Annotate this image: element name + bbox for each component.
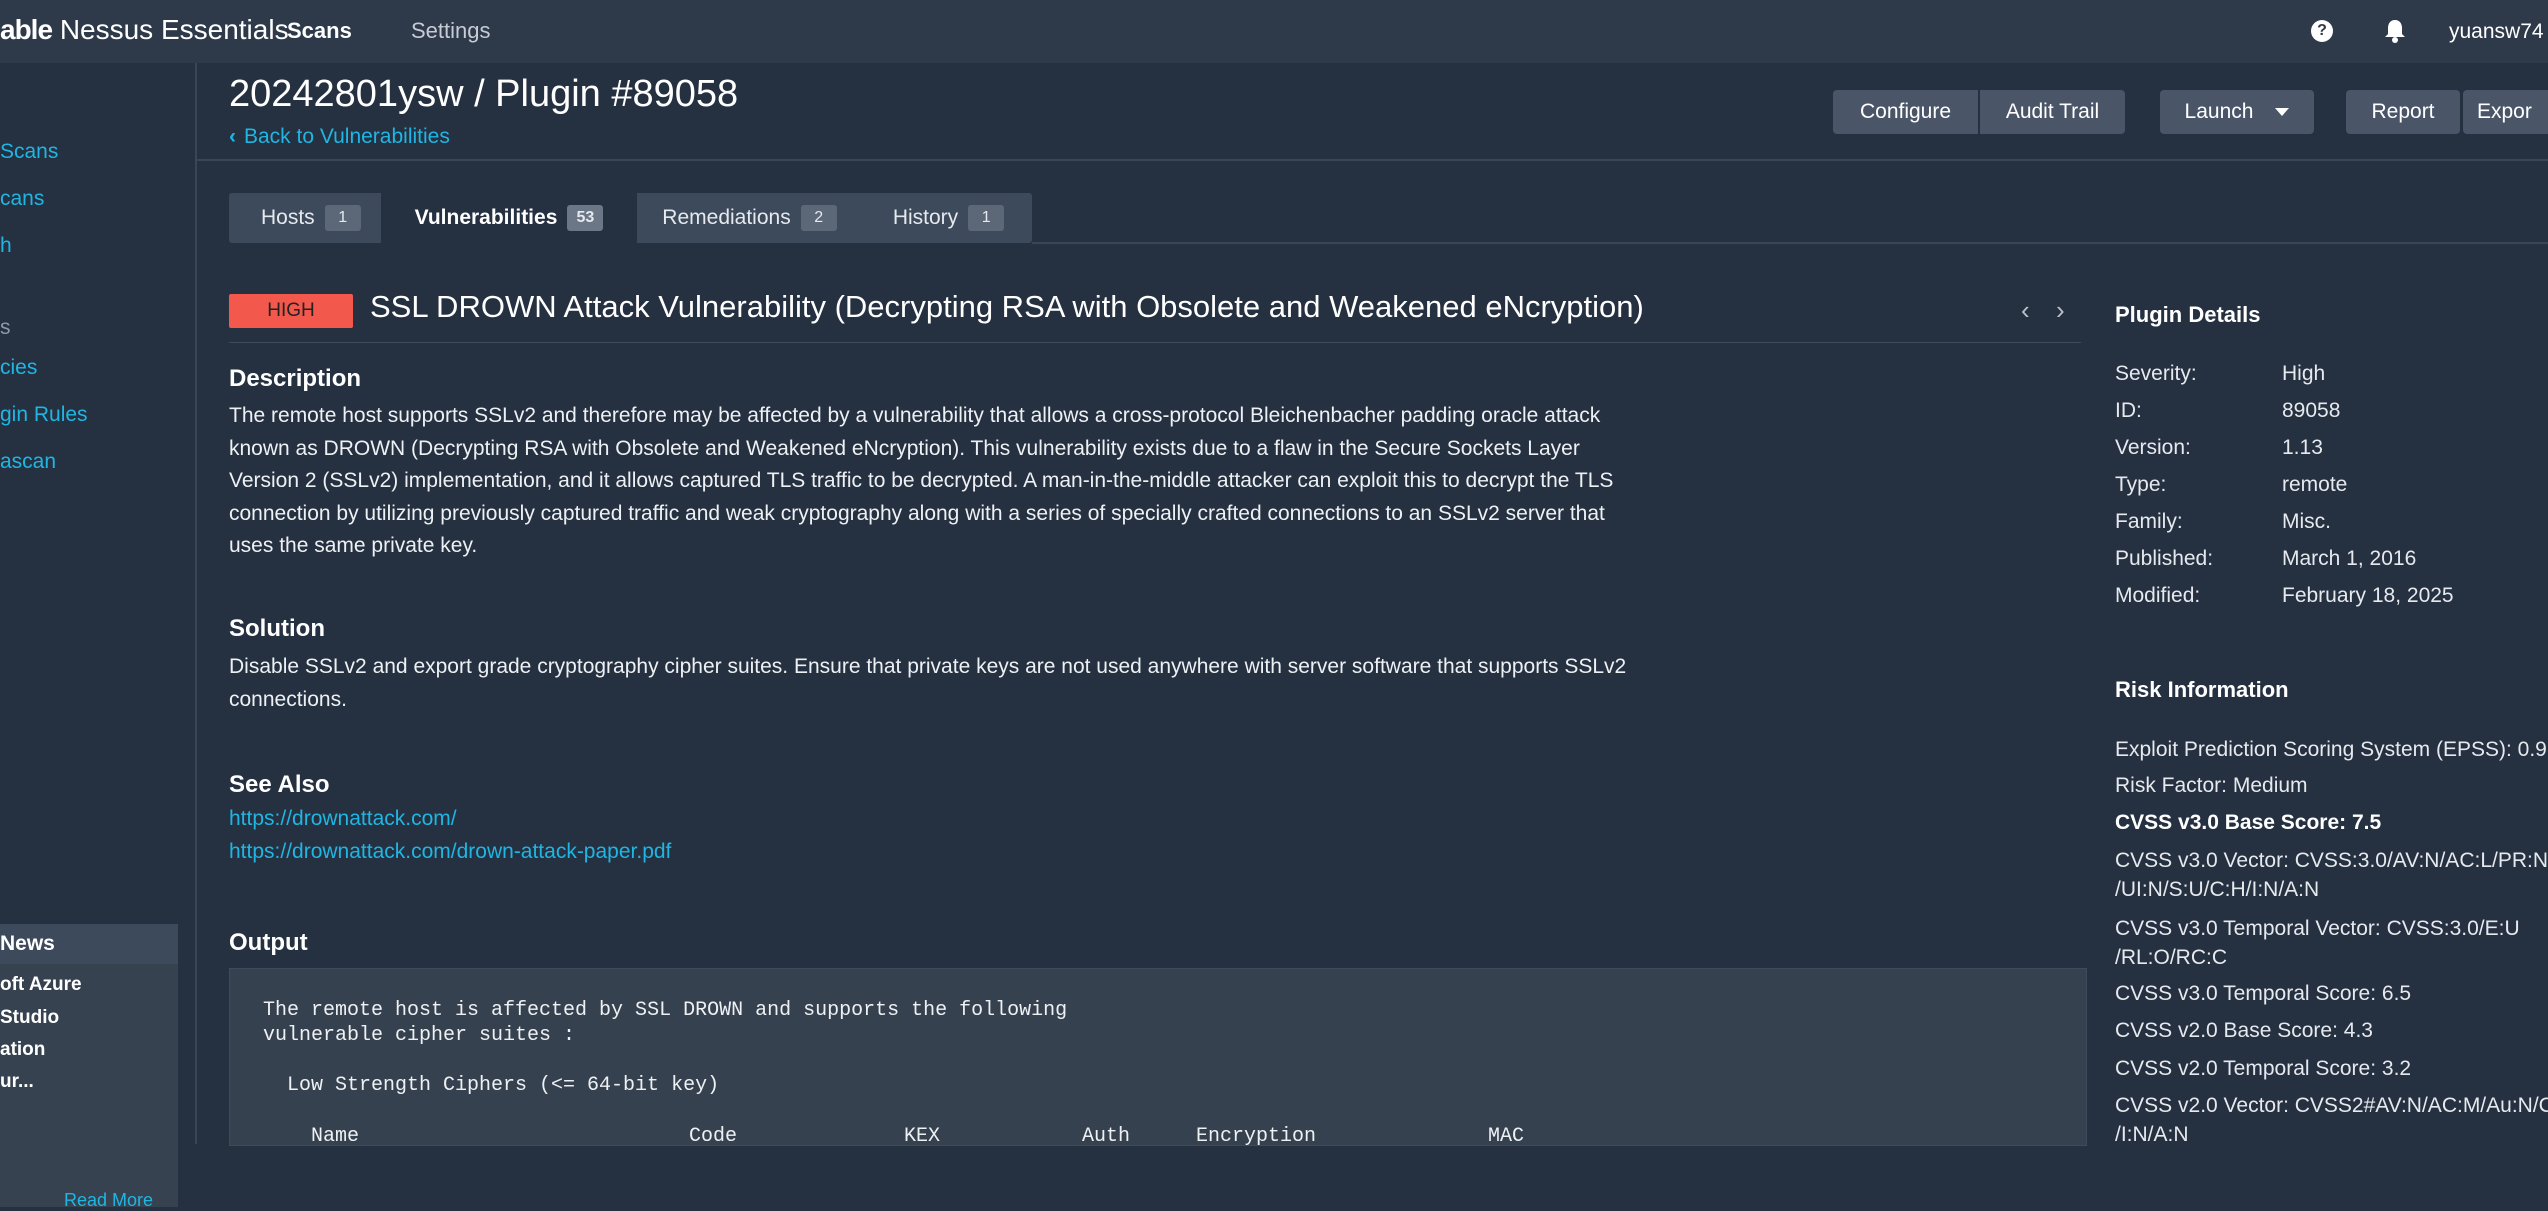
- detail-value: 1.13: [2282, 436, 2323, 459]
- plugin-details-heading: Plugin Details: [2115, 302, 2261, 327]
- risk-line: CVSS v2.0 Vector: CVSS2#AV:N/AC:M/Au:N/C: [2115, 1094, 2548, 1117]
- nav-settings[interactable]: Settings: [411, 18, 491, 44]
- see-also-heading: See Also: [229, 771, 330, 798]
- bell-icon[interactable]: [2383, 18, 2407, 44]
- sidebar: Scans cans h s cies gin Rules ascan News…: [0, 63, 197, 1210]
- detail-value: 89058: [2282, 399, 2341, 422]
- risk-line: Exploit Prediction Scoring System (EPSS)…: [2115, 738, 2547, 761]
- sidebar-item-plugin-rules[interactable]: gin Rules: [0, 403, 88, 427]
- risk-line: CVSS v2.0 Base Score: 4.3: [2115, 1019, 2373, 1042]
- output-col-kex: KEX: [904, 1125, 941, 1148]
- risk-information-heading: Risk Information: [2115, 677, 2289, 702]
- risk-line: /UI:N/S:U/C:H/I:N/A:N: [2115, 878, 2320, 901]
- see-also-link[interactable]: https://drownattack.com/drown-attack-pap…: [229, 840, 671, 864]
- news-line: oft Azure: [0, 974, 82, 995]
- detail-label: Severity:: [2115, 362, 2197, 385]
- chevron-left-icon: ‹: [229, 125, 236, 148]
- brand-logo[interactable]: able Nessus Essentials: [0, 14, 289, 46]
- export-button[interactable]: Expor: [2463, 90, 2548, 134]
- chevron-right-icon[interactable]: ›: [2056, 295, 2065, 326]
- detail-label: Family:: [2115, 510, 2183, 533]
- news-read-more-link[interactable]: Read More: [64, 1190, 153, 1211]
- risk-line: /I:N/A:N: [2115, 1123, 2189, 1146]
- severity-badge: HIGH: [229, 294, 353, 328]
- chevron-left-icon[interactable]: ‹: [2021, 295, 2030, 326]
- risk-line: /RL:O/RC:C: [2115, 946, 2228, 969]
- detail-label: ID:: [2115, 399, 2142, 422]
- news-line: ur...: [0, 1071, 34, 1092]
- detail-value: February 18, 2025: [2282, 584, 2454, 607]
- nav-scans[interactable]: Scans: [287, 18, 352, 44]
- output-line: The remote host is affected by SSL DROWN…: [263, 999, 1068, 1022]
- risk-line: Risk Factor: Medium: [2115, 774, 2308, 797]
- detail-label: Modified:: [2115, 584, 2201, 607]
- vulnerability-title: SSL DROWN Attack Vulnerability (Decrypti…: [370, 289, 1644, 324]
- report-button[interactable]: Report: [2346, 90, 2460, 134]
- output-col-auth: Auth: [1082, 1125, 1131, 1148]
- header-divider: [197, 159, 2548, 161]
- description-text: The remote host supports SSLv2 and there…: [229, 404, 1614, 557]
- sidebar-item-policies[interactable]: cies: [0, 356, 37, 380]
- page-title: 20242801ysw / Plugin #89058: [229, 73, 739, 115]
- output-col-code: Code: [689, 1125, 738, 1148]
- sidebar-item-trash[interactable]: h: [0, 234, 12, 258]
- caret-down-icon: [2275, 108, 2290, 117]
- news-line: Studio: [0, 1007, 60, 1028]
- risk-line: CVSS v3.0 Temporal Score: 6.5: [2115, 982, 2412, 1005]
- configure-button[interactable]: Configure: [1833, 90, 1978, 134]
- sidebar-item-all-scans[interactable]: cans: [0, 187, 44, 211]
- solution-text: Disable SSLv2 and export grade cryptogra…: [229, 655, 1627, 711]
- user-menu[interactable]: yuansw74: [2449, 20, 2544, 44]
- see-also-link[interactable]: https://drownattack.com/: [229, 807, 457, 831]
- description-heading: Description: [229, 365, 362, 392]
- risk-line: CVSS v3.0 Base Score: 7.5: [2115, 811, 2382, 834]
- output-line: vulnerable cipher suites :: [263, 1024, 576, 1047]
- title-divider: [229, 342, 2081, 343]
- output-col-name: Name: [311, 1125, 360, 1148]
- detail-label: Published:: [2115, 547, 2214, 570]
- audit-trail-button[interactable]: Audit Trail: [1980, 90, 2125, 134]
- detail-value: remote: [2282, 473, 2348, 496]
- brand-name: Nessus Essentials: [59, 14, 289, 45]
- sidebar-item-terrascan[interactable]: ascan: [0, 450, 56, 474]
- news-panel: oft Azure Studio ation ur... Read More: [0, 964, 178, 1210]
- news-line: ation: [0, 1039, 46, 1060]
- detail-value: High: [2282, 362, 2326, 385]
- help-icon[interactable]: ?: [2311, 20, 2333, 42]
- output-block: The remote host is affected by SSL DROWN…: [229, 968, 2087, 1148]
- launch-button[interactable]: Launch: [2160, 90, 2314, 134]
- news-title: News: [0, 924, 178, 964]
- sidebar-item-my-scans[interactable]: Scans: [0, 140, 58, 164]
- tabs-divider: [1032, 242, 2548, 244]
- risk-line: CVSS v3.0 Vector: CVSS:3.0/AV:N/AC:L/PR:…: [2115, 849, 2548, 872]
- back-to-vulnerabilities-link[interactable]: ‹ Back to Vulnerabilities: [229, 125, 450, 149]
- detail-label: Version:: [2115, 436, 2191, 459]
- detail-value: March 1, 2016: [2282, 547, 2417, 570]
- detail-label: Type:: [2115, 473, 2167, 496]
- solution-heading: Solution: [229, 615, 325, 642]
- output-line: Low Strength Ciphers (<= 64-bit key): [287, 1074, 720, 1097]
- output-col-mac: MAC: [1488, 1125, 1525, 1148]
- risk-line: CVSS v2.0 Temporal Score: 3.2: [2115, 1057, 2412, 1080]
- tab-history[interactable]: History 1: [865, 193, 1032, 243]
- output-heading: Output: [229, 929, 308, 956]
- tab-bar: Hosts 1 Vulnerabilities 53 Remediations 2 H…: [229, 193, 1032, 243]
- sidebar-section-resources: s: [0, 316, 11, 339]
- output-col-encryption: Encryption: [1196, 1125, 1317, 1148]
- top-navbar: able Nessus Essentials Scans Settings ? …: [0, 0, 2548, 63]
- detail-value: Misc.: [2282, 510, 2331, 533]
- tab-remediations[interactable]: Remediations 2: [637, 193, 862, 243]
- risk-line: CVSS v3.0 Temporal Vector: CVSS:3.0/E:U: [2115, 917, 2520, 940]
- tab-vulnerabilities[interactable]: Vulnerabilities 53: [381, 193, 637, 243]
